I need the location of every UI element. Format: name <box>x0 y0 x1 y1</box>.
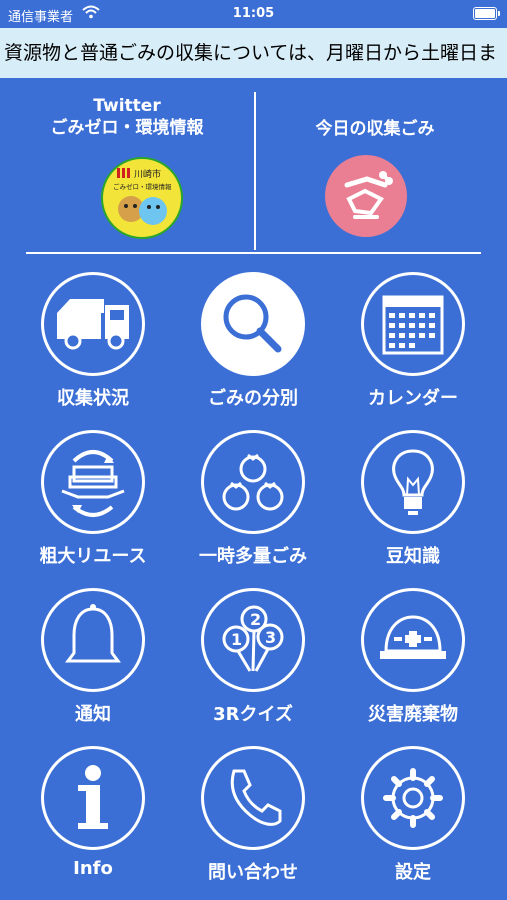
reuse-sofa-icon <box>41 430 145 534</box>
twitter-title-line2: ごみゼロ・環境情報 <box>50 118 204 138</box>
kawasaki-mascot-icon: 川崎市 ごみゼロ・環境情報 <box>113 168 172 225</box>
menu-label: 災害廃棄物 <box>368 704 458 725</box>
news-ticker[interactable]: 資源物と普通ごみの収集については、月曜日から土曜日ま <box>0 28 507 78</box>
status-bar: 通信事業者 11:05 <box>0 0 507 28</box>
garbage-bags-icon <box>201 430 305 534</box>
quiz-balloons-icon: 2 1 3 <box>201 588 305 692</box>
battery-icon <box>473 7 500 20</box>
twitter-badge-button[interactable]: 川崎市 ごみゼロ・環境情報 <box>101 157 183 239</box>
menu-disaster-waste[interactable]: 災害廃棄物 <box>333 588 493 738</box>
menu-notifications[interactable]: 通知 <box>13 588 173 738</box>
panel-divider-vertical <box>254 92 256 250</box>
truck-icon <box>41 272 145 376</box>
menu-label: 収集状況 <box>57 388 129 409</box>
menu-bulk-garbage[interactable]: 一時多量ごみ <box>173 430 333 580</box>
clock: 11:05 <box>232 6 275 21</box>
magnifier-icon <box>201 272 305 376</box>
badge-city-text: 川崎市 <box>134 168 161 180</box>
menu-label: 豆知識 <box>386 546 440 567</box>
ticker-text: 資源物と普通ごみの収集については、月曜日から土曜日ま <box>4 42 498 64</box>
svg-text:3: 3 <box>265 628 276 647</box>
bell-icon <box>41 588 145 692</box>
gear-icon <box>361 746 465 850</box>
today-garbage-button[interactable] <box>325 155 407 237</box>
panel-divider-horizontal <box>26 252 481 254</box>
menu-label: カレンダー <box>368 388 458 409</box>
helmet-icon <box>361 588 465 692</box>
menu-label: ごみの分別 <box>208 388 298 409</box>
menu-reuse[interactable]: 粗大リユース <box>13 430 173 580</box>
calendar-icon <box>361 272 465 376</box>
menu-contact[interactable]: 問い合わせ <box>173 746 333 896</box>
menu-label: 粗大リユース <box>39 546 147 567</box>
lightbulb-icon <box>361 430 465 534</box>
menu-label: 問い合わせ <box>208 862 298 883</box>
menu-settings[interactable]: 設定 <box>333 746 493 896</box>
badge-sub-text: ごみゼロ・環境情報 <box>113 182 172 191</box>
svg-text:1: 1 <box>231 630 242 649</box>
menu-label: 一時多量ごみ <box>199 546 307 567</box>
menu-collection-status[interactable]: 収集状況 <box>13 272 173 422</box>
menu-label: 3Rクイズ <box>213 704 293 725</box>
menu-calendar[interactable]: カレンダー <box>333 272 493 422</box>
info-icon <box>41 746 145 850</box>
menu-3r-quiz[interactable]: 2 1 3 3Rクイズ <box>173 588 333 738</box>
phone-icon <box>201 746 305 850</box>
twitter-panel-title: Twitter ごみゼロ・環境情報 <box>7 95 247 139</box>
menu-tips[interactable]: 豆知識 <box>333 430 493 580</box>
svg-text:2: 2 <box>250 610 261 629</box>
twitter-title-line1: Twitter <box>93 96 161 116</box>
menu-label: 設定 <box>395 862 431 883</box>
menu-sorting[interactable]: ごみの分別 <box>173 272 333 422</box>
fish-bone-icon <box>344 171 393 219</box>
menu-label: Info <box>73 858 113 879</box>
today-panel-title: 今日の収集ごみ <box>315 119 435 139</box>
menu-info[interactable]: Info <box>13 746 173 896</box>
menu-label: 通知 <box>75 704 111 725</box>
